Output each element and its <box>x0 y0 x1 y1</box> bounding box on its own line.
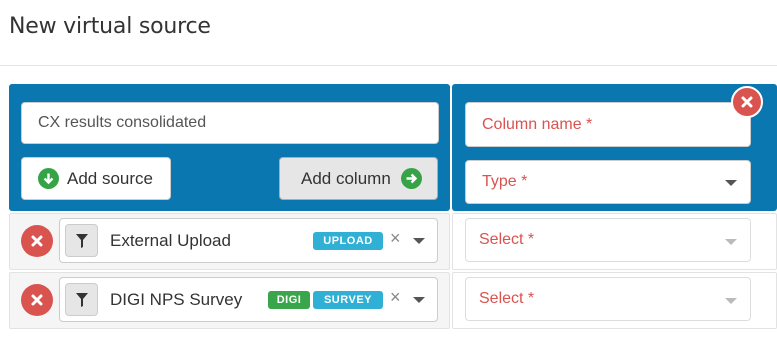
arrow-right-circle-icon <box>400 168 422 189</box>
source-select[interactable]: DIGI NPS Survey DIGI SURVEY × <box>59 277 438 322</box>
add-source-label: Add source <box>67 168 153 188</box>
filter-icon <box>75 233 88 248</box>
column-mapping-select[interactable]: Select * <box>465 218 751 262</box>
add-column-label: Add column <box>301 168 391 188</box>
select-placeholder: Select * <box>479 231 535 248</box>
close-icon <box>31 235 43 247</box>
source-name-value: CX results consolidated <box>38 114 207 131</box>
page-title: New virtual source <box>9 14 211 39</box>
digi-badge: DIGI <box>268 291 310 309</box>
chevron-down-icon <box>725 180 737 186</box>
source-select[interactable]: External Upload UPLOAD × <box>59 218 438 263</box>
type-select[interactable]: Type * <box>465 160 751 204</box>
add-source-button[interactable]: Add source <box>21 157 171 200</box>
remove-source-button[interactable] <box>21 284 53 316</box>
chevron-down-icon[interactable] <box>413 238 425 244</box>
source-name-input[interactable]: CX results consolidated <box>21 102 439 144</box>
remove-source-button[interactable] <box>21 225 53 257</box>
filter-button[interactable] <box>65 224 98 257</box>
chevron-down-icon <box>725 239 737 245</box>
clear-icon[interactable]: × <box>390 228 401 249</box>
type-placeholder: Type * <box>482 173 528 190</box>
column-name-placeholder: Column name * <box>482 115 593 133</box>
add-column-button[interactable]: Add column <box>279 157 438 200</box>
column-mapping-select[interactable]: Select * <box>465 277 751 321</box>
remove-column-button[interactable] <box>731 86 763 118</box>
chevron-down-icon[interactable] <box>413 297 425 303</box>
source-label: External Upload <box>110 231 231 250</box>
close-icon <box>741 96 753 108</box>
upload-badge: UPLOAD <box>313 232 383 250</box>
close-icon <box>31 294 43 306</box>
clear-icon[interactable]: × <box>390 287 401 308</box>
filter-icon <box>75 292 88 307</box>
header-divider <box>0 65 777 66</box>
arrow-down-circle-icon <box>38 168 59 189</box>
source-label: DIGI NPS Survey <box>110 290 243 309</box>
chevron-down-icon <box>725 298 737 304</box>
filter-button[interactable] <box>65 283 98 316</box>
column-name-input[interactable]: Column name * <box>465 102 751 147</box>
survey-badge: SURVEY <box>313 291 383 309</box>
select-placeholder: Select * <box>479 290 535 307</box>
